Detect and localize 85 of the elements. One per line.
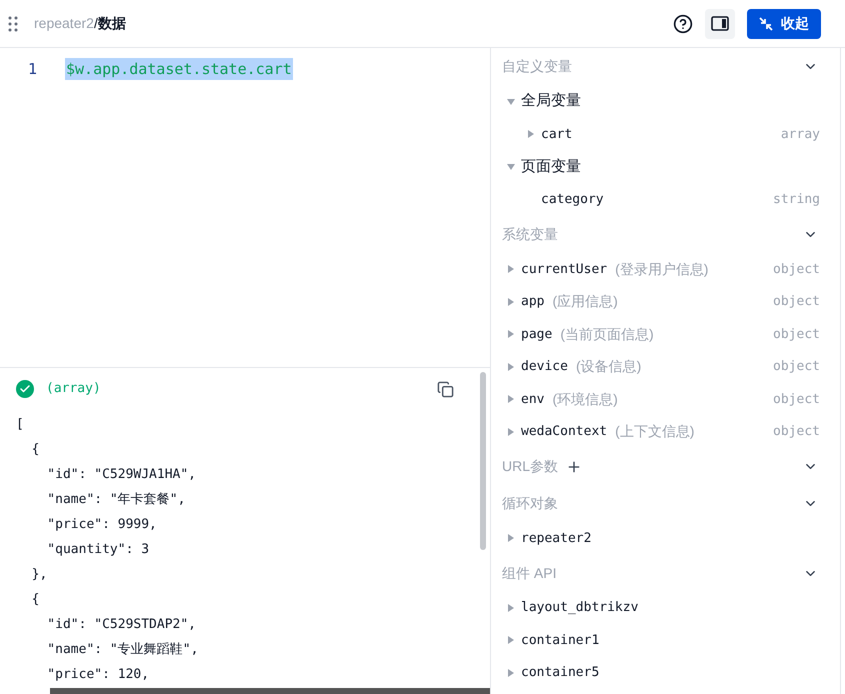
variable-type: object xyxy=(773,293,820,311)
section-title: 系统变量 xyxy=(502,225,558,244)
line-number: 1 xyxy=(27,58,38,80)
variable-name: category xyxy=(541,191,604,209)
json-line: { xyxy=(30,441,40,459)
caret-right-icon[interactable] xyxy=(507,362,515,371)
variable-type: object xyxy=(773,260,820,278)
json-line: "name": "年卡套餐", xyxy=(46,491,186,509)
variable-row[interactable]: container5 xyxy=(491,656,840,689)
result-type: (array) xyxy=(46,380,101,398)
variable-type: object xyxy=(773,423,820,441)
side-panel-icon xyxy=(711,16,729,31)
json-line: "id": "C529WJA1HA", xyxy=(46,466,198,484)
variable-type: array xyxy=(780,126,820,144)
variable-name: container1 xyxy=(521,632,600,650)
variable-row[interactable]: repeater2 xyxy=(491,522,840,554)
json-line: "quantity": 3 xyxy=(46,541,150,559)
json-line: [ xyxy=(16,416,25,434)
section-title: 循环对象 xyxy=(502,494,558,513)
variable-name: app xyxy=(521,293,544,311)
variable-description: (环境信息) xyxy=(552,390,618,409)
panel-toggle-button[interactable] xyxy=(705,8,735,38)
section-title: 自定义变量 xyxy=(502,57,572,76)
caret-right-icon[interactable] xyxy=(507,428,515,436)
variable-name: layout_dbtrikzv xyxy=(521,599,638,617)
caret-down-icon[interactable] xyxy=(507,98,515,106)
variable-type: string xyxy=(773,191,820,209)
variable-row[interactable]: env (环境信息) object xyxy=(491,383,840,416)
variable-row[interactable]: layout_dbtrikzv xyxy=(491,592,840,624)
json-line: "id": "C529STDAP2", xyxy=(46,616,198,634)
variable-description: (设备信息) xyxy=(576,357,642,376)
json-line: }, xyxy=(30,566,48,584)
variable-type: object xyxy=(773,390,820,408)
variable-type: object xyxy=(773,326,820,344)
variable-type: object xyxy=(773,358,820,376)
json-line: "price": 120, xyxy=(46,666,150,684)
section-title: 组件 API xyxy=(502,564,556,582)
group-label: 全局变量 xyxy=(521,91,581,112)
variable-row[interactable]: page (当前页面信息) object xyxy=(491,318,840,350)
variable-name: wedaContext xyxy=(521,423,608,441)
scrollbar-thumb[interactable] xyxy=(480,372,486,550)
breadcrumb-current: 数据 xyxy=(98,14,126,33)
caret-right-icon[interactable] xyxy=(507,265,515,274)
caret-right-icon[interactable] xyxy=(507,534,515,542)
caret-right-icon[interactable] xyxy=(507,298,515,306)
horizontal-scrollbar[interactable] xyxy=(50,688,490,694)
variable-row[interactable]: container1 xyxy=(491,624,840,656)
group-row[interactable]: 全局变量 xyxy=(491,85,840,118)
section-title: URL参数 xyxy=(502,457,558,476)
breadcrumb-separator: / xyxy=(94,14,98,33)
variable-name: page xyxy=(521,326,552,344)
variable-description: (登录用户信息) xyxy=(615,260,708,279)
variable-name: env xyxy=(521,390,544,408)
caret-right-icon[interactable] xyxy=(507,668,515,677)
json-line: { xyxy=(30,591,40,609)
variable-row[interactable]: cart array xyxy=(491,118,840,150)
help-icon[interactable] xyxy=(673,14,693,34)
variable-description: (当前页面信息) xyxy=(560,324,654,344)
code-editor[interactable]: 1 $w.app.dataset.state.cart xyxy=(0,48,490,367)
caret-right-icon[interactable] xyxy=(507,395,515,404)
drag-handle-icon[interactable] xyxy=(8,16,18,32)
variable-row[interactable]: device (设备信息) object xyxy=(491,350,840,383)
caret-right-icon[interactable] xyxy=(507,636,515,644)
variable-row[interactable]: app (应用信息) object xyxy=(491,286,840,318)
variable-name: repeater2 xyxy=(521,530,592,548)
variable-row[interactable]: currentUser (登录用户信息) object xyxy=(491,253,840,286)
json-line: "name": "专业舞蹈鞋", xyxy=(46,641,200,659)
variable-description: (上下文信息) xyxy=(615,422,694,442)
variable-name: device xyxy=(521,358,568,376)
variable-description: (应用信息) xyxy=(552,292,618,312)
json-line: "price": 9999, xyxy=(46,516,158,534)
variable-name: currentUser xyxy=(521,260,608,278)
group-label: 页面变量 xyxy=(521,156,581,177)
caret-right-icon[interactable] xyxy=(507,330,515,338)
caret-right-icon[interactable] xyxy=(507,604,515,612)
group-row[interactable]: 页面变量 xyxy=(491,150,840,184)
caret-down-icon[interactable] xyxy=(507,163,515,171)
variable-row[interactable]: wedaContext (上下文信息) object xyxy=(491,416,840,448)
copy-icon[interactable] xyxy=(437,380,454,398)
variable-name: cart xyxy=(541,126,572,144)
caret-right-icon[interactable] xyxy=(527,130,535,138)
collapse-arrows-icon xyxy=(759,16,773,30)
variable-name: container5 xyxy=(521,664,600,682)
collapse-button[interactable]: 收起 xyxy=(747,8,821,38)
variable-row[interactable]: category string xyxy=(491,184,840,216)
